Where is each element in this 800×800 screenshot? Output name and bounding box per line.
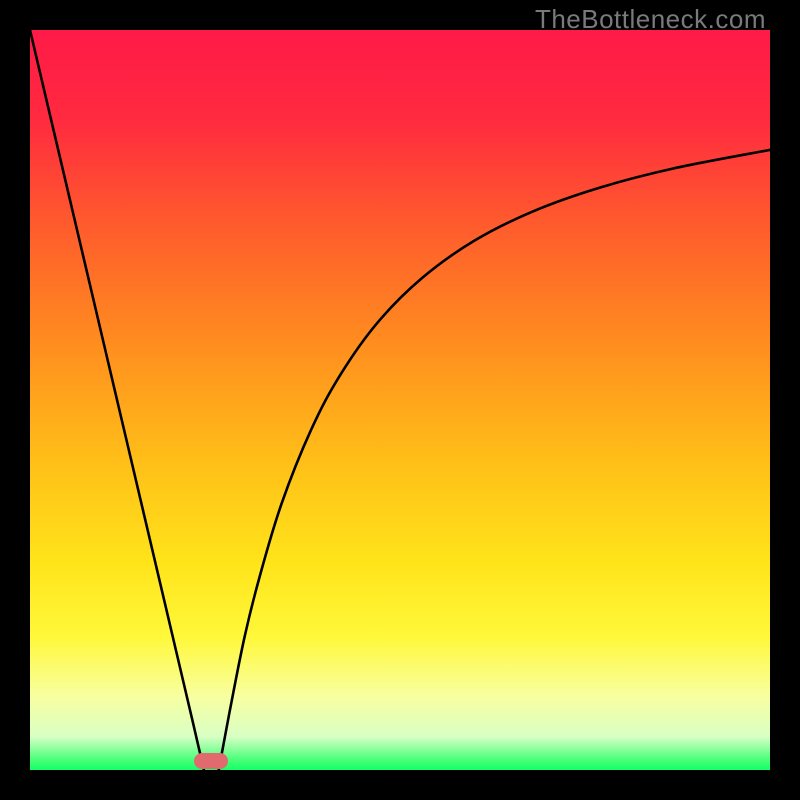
plot-area [30, 30, 770, 770]
target-marker [194, 753, 228, 769]
chart-frame: TheBottleneck.com [0, 0, 800, 800]
curve-left-path [30, 30, 204, 770]
chart-curve [30, 30, 770, 770]
watermark-text: TheBottleneck.com [535, 4, 766, 35]
curve-right-path [219, 150, 770, 770]
